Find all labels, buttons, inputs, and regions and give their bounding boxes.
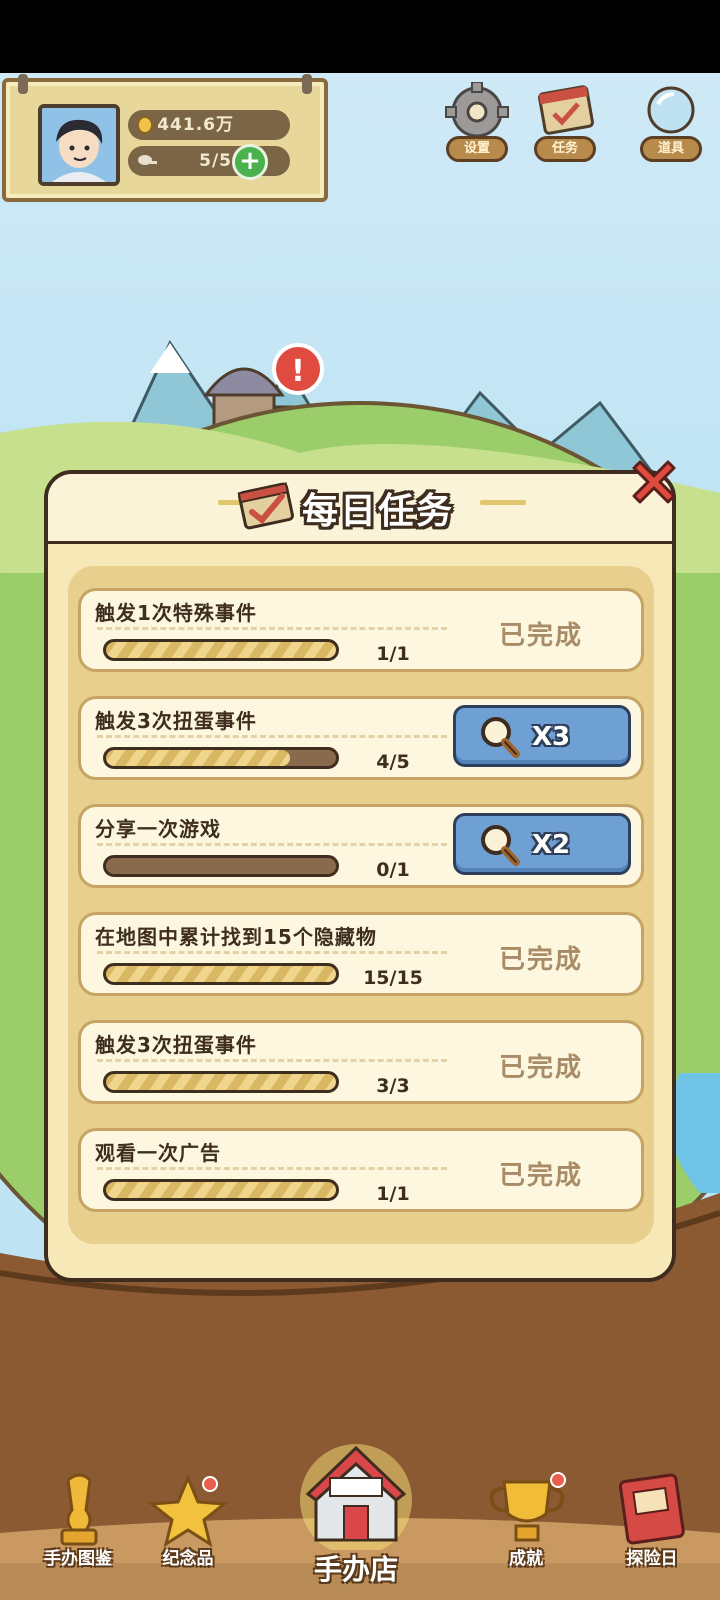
task-book-icon — [538, 85, 594, 135]
nav-achievement[interactable]: 成就 — [472, 1470, 582, 1580]
task-row: 触发1次特殊事件 1/1 已完成 — [78, 588, 644, 672]
nav-shop[interactable]: 手办店 — [286, 1440, 426, 1590]
svg-text:!: ! — [291, 354, 305, 389]
progress-fill — [106, 1182, 336, 1198]
profile-card[interactable]: 441.6万 5/5 + — [2, 74, 328, 202]
shop-house-icon — [300, 1444, 412, 1556]
progress-count: 1/1 — [376, 1183, 410, 1205]
dialog-title: 每日任务 — [302, 491, 455, 532]
progress-bar — [103, 963, 339, 985]
hanging-pin — [302, 74, 312, 94]
divider — [97, 843, 447, 846]
task-list: 触发1次特殊事件 1/1 已完成 触发3次扭蛋事件 4/5 X3 分享一次游戏 … — [68, 566, 654, 1244]
progress-count: 3/3 — [376, 1075, 410, 1097]
task-name: 分享一次游戏 — [95, 817, 221, 841]
task-name: 触发1次特殊事件 — [95, 601, 257, 625]
gold-cup-icon — [489, 1472, 566, 1542]
progress-bar — [103, 639, 339, 661]
coin-value: 441.6万 — [157, 115, 234, 135]
progress-count: 0/1 — [376, 859, 410, 881]
nav-label: 手办图鉴 — [44, 1549, 112, 1569]
nav-label: 纪念品 — [162, 1549, 214, 1569]
nav-handcraft-collection[interactable]: 手办图鉴 — [24, 1470, 134, 1580]
progress-fill — [106, 750, 290, 766]
dialog-header: 每日任务 — [48, 474, 672, 544]
trophy-figure-icon — [60, 1473, 98, 1546]
nav-commemorative[interactable]: 纪念品 — [138, 1470, 238, 1580]
divider — [97, 951, 447, 954]
magnifier-small-icon — [138, 155, 157, 165]
magnifier-icon — [481, 717, 520, 758]
settings-label: 设置 — [446, 136, 508, 162]
task-book-icon — [237, 482, 294, 530]
nav-label: 探险日 — [626, 1549, 678, 1569]
divider — [97, 735, 447, 738]
gear-icon — [445, 81, 509, 138]
settings-button[interactable]: 设置 — [440, 81, 514, 168]
hanging-pin — [18, 74, 28, 94]
diary-book-icon — [618, 1473, 685, 1545]
avatar[interactable] — [38, 104, 120, 186]
crystal-ball-icon — [647, 86, 695, 134]
progress-count: 4/5 — [376, 751, 410, 773]
completed-label: 已完成 — [498, 1053, 583, 1083]
coin-counter: 441.6万 — [128, 110, 290, 140]
progress-bar — [103, 1071, 339, 1093]
completed-label: 已完成 — [498, 945, 583, 975]
nav-diary[interactable]: 探险日 — [598, 1470, 708, 1580]
progress-bar — [103, 855, 339, 877]
star-icon — [148, 1474, 228, 1548]
task-name: 触发3次扭蛋事件 — [95, 1033, 257, 1057]
nav-label: 成就 — [509, 1549, 543, 1569]
divider — [97, 1167, 447, 1170]
task-row: 触发3次扭蛋事件 4/5 X3 — [78, 696, 644, 780]
progress-fill — [106, 1074, 336, 1090]
task-name: 在地图中累计找到15个隐藏物 — [95, 925, 377, 949]
title-decoration — [480, 500, 526, 505]
coin-icon — [137, 116, 153, 134]
tools-label: 道具 — [640, 136, 702, 162]
task-row: 分享一次游戏 0/1 X2 — [78, 804, 644, 888]
reward-multiplier: X2 — [532, 830, 571, 860]
tasks-label: 任务 — [534, 136, 596, 162]
task-name: 触发3次扭蛋事件 — [95, 709, 257, 733]
magnifier-icon — [481, 825, 520, 866]
progress-count: 15/15 — [363, 967, 423, 989]
completed-label: 已完成 — [498, 621, 583, 651]
task-row: 触发3次扭蛋事件 3/3 已完成 — [78, 1020, 644, 1104]
task-row: 在地图中累计找到15个隐藏物 15/15 已完成 — [78, 912, 644, 996]
divider — [97, 627, 447, 630]
energy-value: 5/5 — [199, 151, 232, 171]
add-energy-button[interactable]: + — [232, 144, 268, 180]
claim-reward-button[interactable]: X3 — [453, 705, 631, 767]
progress-fill — [106, 966, 336, 982]
divider — [97, 1059, 447, 1062]
daily-task-dialog: 每日任务 触发1次特殊事件 1/1 已完成 触发3次扭蛋事件 4/5 X3 分享… — [44, 460, 676, 1282]
tasks-button[interactable]: 任务 — [528, 82, 602, 168]
progress-count: 1/1 — [376, 643, 410, 665]
player-face-icon — [42, 108, 116, 182]
nav-label: 手办店 — [313, 1553, 398, 1586]
reward-multiplier: X3 — [532, 722, 571, 752]
task-name: 观看一次广告 — [95, 1141, 221, 1165]
close-icon[interactable] — [626, 454, 682, 510]
progress-fill — [106, 642, 336, 658]
tools-button[interactable]: 道具 — [634, 82, 708, 168]
claim-reward-button[interactable]: X2 — [453, 813, 631, 875]
completed-label: 已完成 — [498, 1161, 583, 1191]
progress-bar — [103, 747, 339, 769]
task-row: 观看一次广告 1/1 已完成 — [78, 1128, 644, 1212]
progress-bar — [103, 1179, 339, 1201]
